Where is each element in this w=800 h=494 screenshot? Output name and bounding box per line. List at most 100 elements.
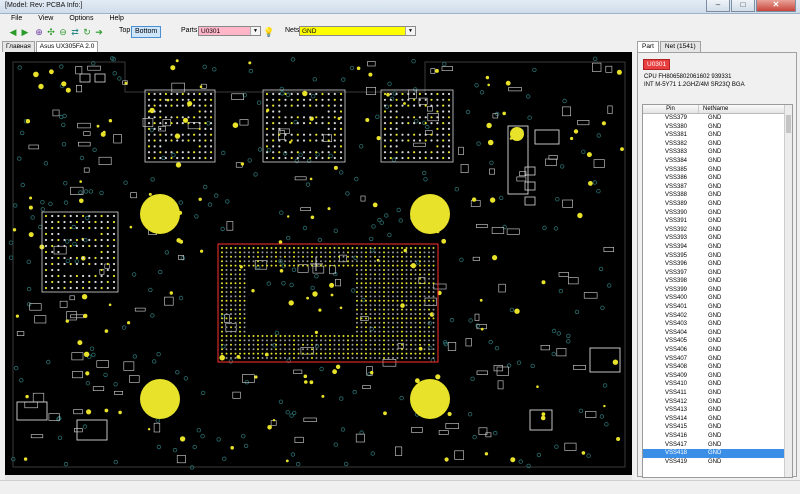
col-pin[interactable]: Pin xyxy=(643,105,699,113)
table-row[interactable]: VSS411 GND xyxy=(643,389,792,398)
chevron-down-icon[interactable]: ▼ xyxy=(405,27,415,35)
cpu-ball xyxy=(333,264,336,267)
cpu-ball xyxy=(225,299,228,302)
cpu-ball xyxy=(383,277,385,280)
table-row[interactable]: VSS390 GND xyxy=(643,209,792,218)
cpu-ball xyxy=(369,317,372,320)
chevron-down-icon[interactable]: ▼ xyxy=(250,27,260,35)
parts-combo[interactable]: U0301 ▼ xyxy=(198,26,261,36)
table-row[interactable]: VSS398 GND xyxy=(643,277,792,286)
gnd-pad xyxy=(38,83,44,90)
table-row[interactable]: VSS407 GND xyxy=(643,355,792,364)
netname-cell: GND xyxy=(708,192,722,199)
table-row[interactable]: VSS382 GND xyxy=(643,140,792,149)
nets-combo[interactable]: GND ▼ xyxy=(299,26,416,36)
via xyxy=(592,180,597,185)
table-row[interactable]: VSS403 GND xyxy=(643,320,792,329)
cpu-ball xyxy=(356,321,358,324)
table-row[interactable]: VSS417 GND xyxy=(643,441,792,450)
cpu-ball xyxy=(297,357,300,359)
tab-net[interactable]: Net (1541) xyxy=(659,41,701,52)
table-row[interactable]: VSS408 GND xyxy=(643,363,792,372)
cpu-ball xyxy=(248,251,250,254)
menu-file[interactable]: File xyxy=(0,14,27,24)
arrow-icon[interactable]: ➔ xyxy=(94,27,104,37)
forward-icon[interactable]: ▶ xyxy=(20,27,30,37)
cpu-ball xyxy=(297,260,300,263)
vertical-scrollbar[interactable] xyxy=(784,105,792,477)
table-row[interactable]: VSS414 GND xyxy=(643,415,792,424)
table-row[interactable]: VSS393 GND xyxy=(643,234,792,243)
cpu-ball xyxy=(428,264,430,267)
menu-view[interactable]: View xyxy=(27,14,58,24)
zoom-out-icon[interactable]: ⊖ xyxy=(58,27,68,37)
table-row[interactable]: VSS404 GND xyxy=(643,329,792,338)
table-row[interactable]: VSS389 GND xyxy=(643,200,792,209)
table-row[interactable]: VSS386 GND xyxy=(643,174,792,183)
pin-cell: VSS417 xyxy=(665,441,688,448)
table-row[interactable]: VSS385 GND xyxy=(643,166,792,175)
table-row[interactable]: VSS415 GND xyxy=(643,423,792,432)
bulb-icon[interactable]: 💡 xyxy=(263,27,274,37)
table-row[interactable]: VSS379 GND xyxy=(643,114,792,123)
component-outline xyxy=(53,245,67,255)
tab-part[interactable]: Part xyxy=(637,41,659,52)
ball xyxy=(198,145,201,148)
table-row[interactable]: VSS402 GND xyxy=(643,312,792,321)
table-row[interactable]: VSS419 GND xyxy=(643,458,792,467)
close-button[interactable]: ✕ xyxy=(756,0,796,12)
pin-cell: VSS413 xyxy=(665,407,688,414)
minimize-button[interactable]: – xyxy=(706,0,730,12)
ball xyxy=(69,244,72,248)
ball xyxy=(413,139,416,142)
table-row[interactable]: VSS391 GND xyxy=(643,217,792,226)
table-row[interactable]: VSS381 GND xyxy=(643,131,792,140)
via xyxy=(340,427,346,432)
table-row[interactable]: VSS384 GND xyxy=(643,157,792,166)
table-row[interactable]: VSS388 GND xyxy=(643,191,792,200)
pcb-view[interactable] xyxy=(5,52,632,475)
table-row[interactable]: VSS413 GND xyxy=(643,406,792,415)
cpu-ball xyxy=(414,247,417,249)
table-row[interactable]: VSS394 GND xyxy=(643,243,792,252)
ball xyxy=(159,139,162,142)
table-row[interactable]: VSS410 GND xyxy=(643,380,792,389)
maximize-button[interactable]: □ xyxy=(731,0,755,12)
table-row[interactable]: VSS412 GND xyxy=(643,398,792,407)
table-row[interactable]: VSS392 GND xyxy=(643,226,792,235)
table-row[interactable]: VSS397 GND xyxy=(643,269,792,278)
table-row[interactable]: VSS405 GND xyxy=(643,337,792,346)
back-icon[interactable]: ◀ xyxy=(8,27,18,37)
side-bottom-button[interactable]: Bottom xyxy=(131,26,162,38)
ball xyxy=(389,133,392,136)
rotate-icon[interactable]: ↻ xyxy=(82,27,92,37)
table-row[interactable]: VSS387 GND xyxy=(643,183,792,192)
table-row[interactable]: VSS400 GND xyxy=(643,294,792,303)
table-row[interactable]: VSS406 GND xyxy=(643,346,792,355)
table-row[interactable]: VSS401 GND xyxy=(643,303,792,312)
flip-icon[interactable]: ⇄ xyxy=(70,27,80,37)
fit-view-icon[interactable]: ✣ xyxy=(46,27,56,37)
gnd-pad xyxy=(179,436,186,442)
cpu-ball xyxy=(410,299,412,302)
cpu-ball xyxy=(374,277,376,280)
menu-options[interactable]: Options xyxy=(58,14,98,24)
table-row[interactable]: VSS416 GND xyxy=(643,432,792,441)
table-row[interactable]: VSS418 GND xyxy=(643,449,792,458)
cpu-ball xyxy=(383,299,385,302)
table-row[interactable]: VSS383 GND xyxy=(643,148,792,157)
cpu-ball xyxy=(252,255,255,258)
pcb-canvas[interactable] xyxy=(5,52,632,475)
gnd-pad xyxy=(279,269,284,273)
tab-main[interactable]: Главная xyxy=(2,41,35,52)
table-row[interactable]: VSS399 GND xyxy=(643,286,792,295)
table-row[interactable]: VSS380 GND xyxy=(643,123,792,132)
table-row[interactable]: VSS396 GND xyxy=(643,260,792,269)
table-row[interactable]: VSS395 GND xyxy=(643,252,792,261)
cpu-ball xyxy=(374,260,376,263)
menu-help[interactable]: Help xyxy=(98,14,128,24)
zoom-in-icon[interactable]: ⊕ xyxy=(34,27,44,37)
table-row[interactable]: VSS409 GND xyxy=(643,372,792,381)
scroll-thumb[interactable] xyxy=(786,115,791,133)
col-netname[interactable]: NetName xyxy=(699,105,792,113)
